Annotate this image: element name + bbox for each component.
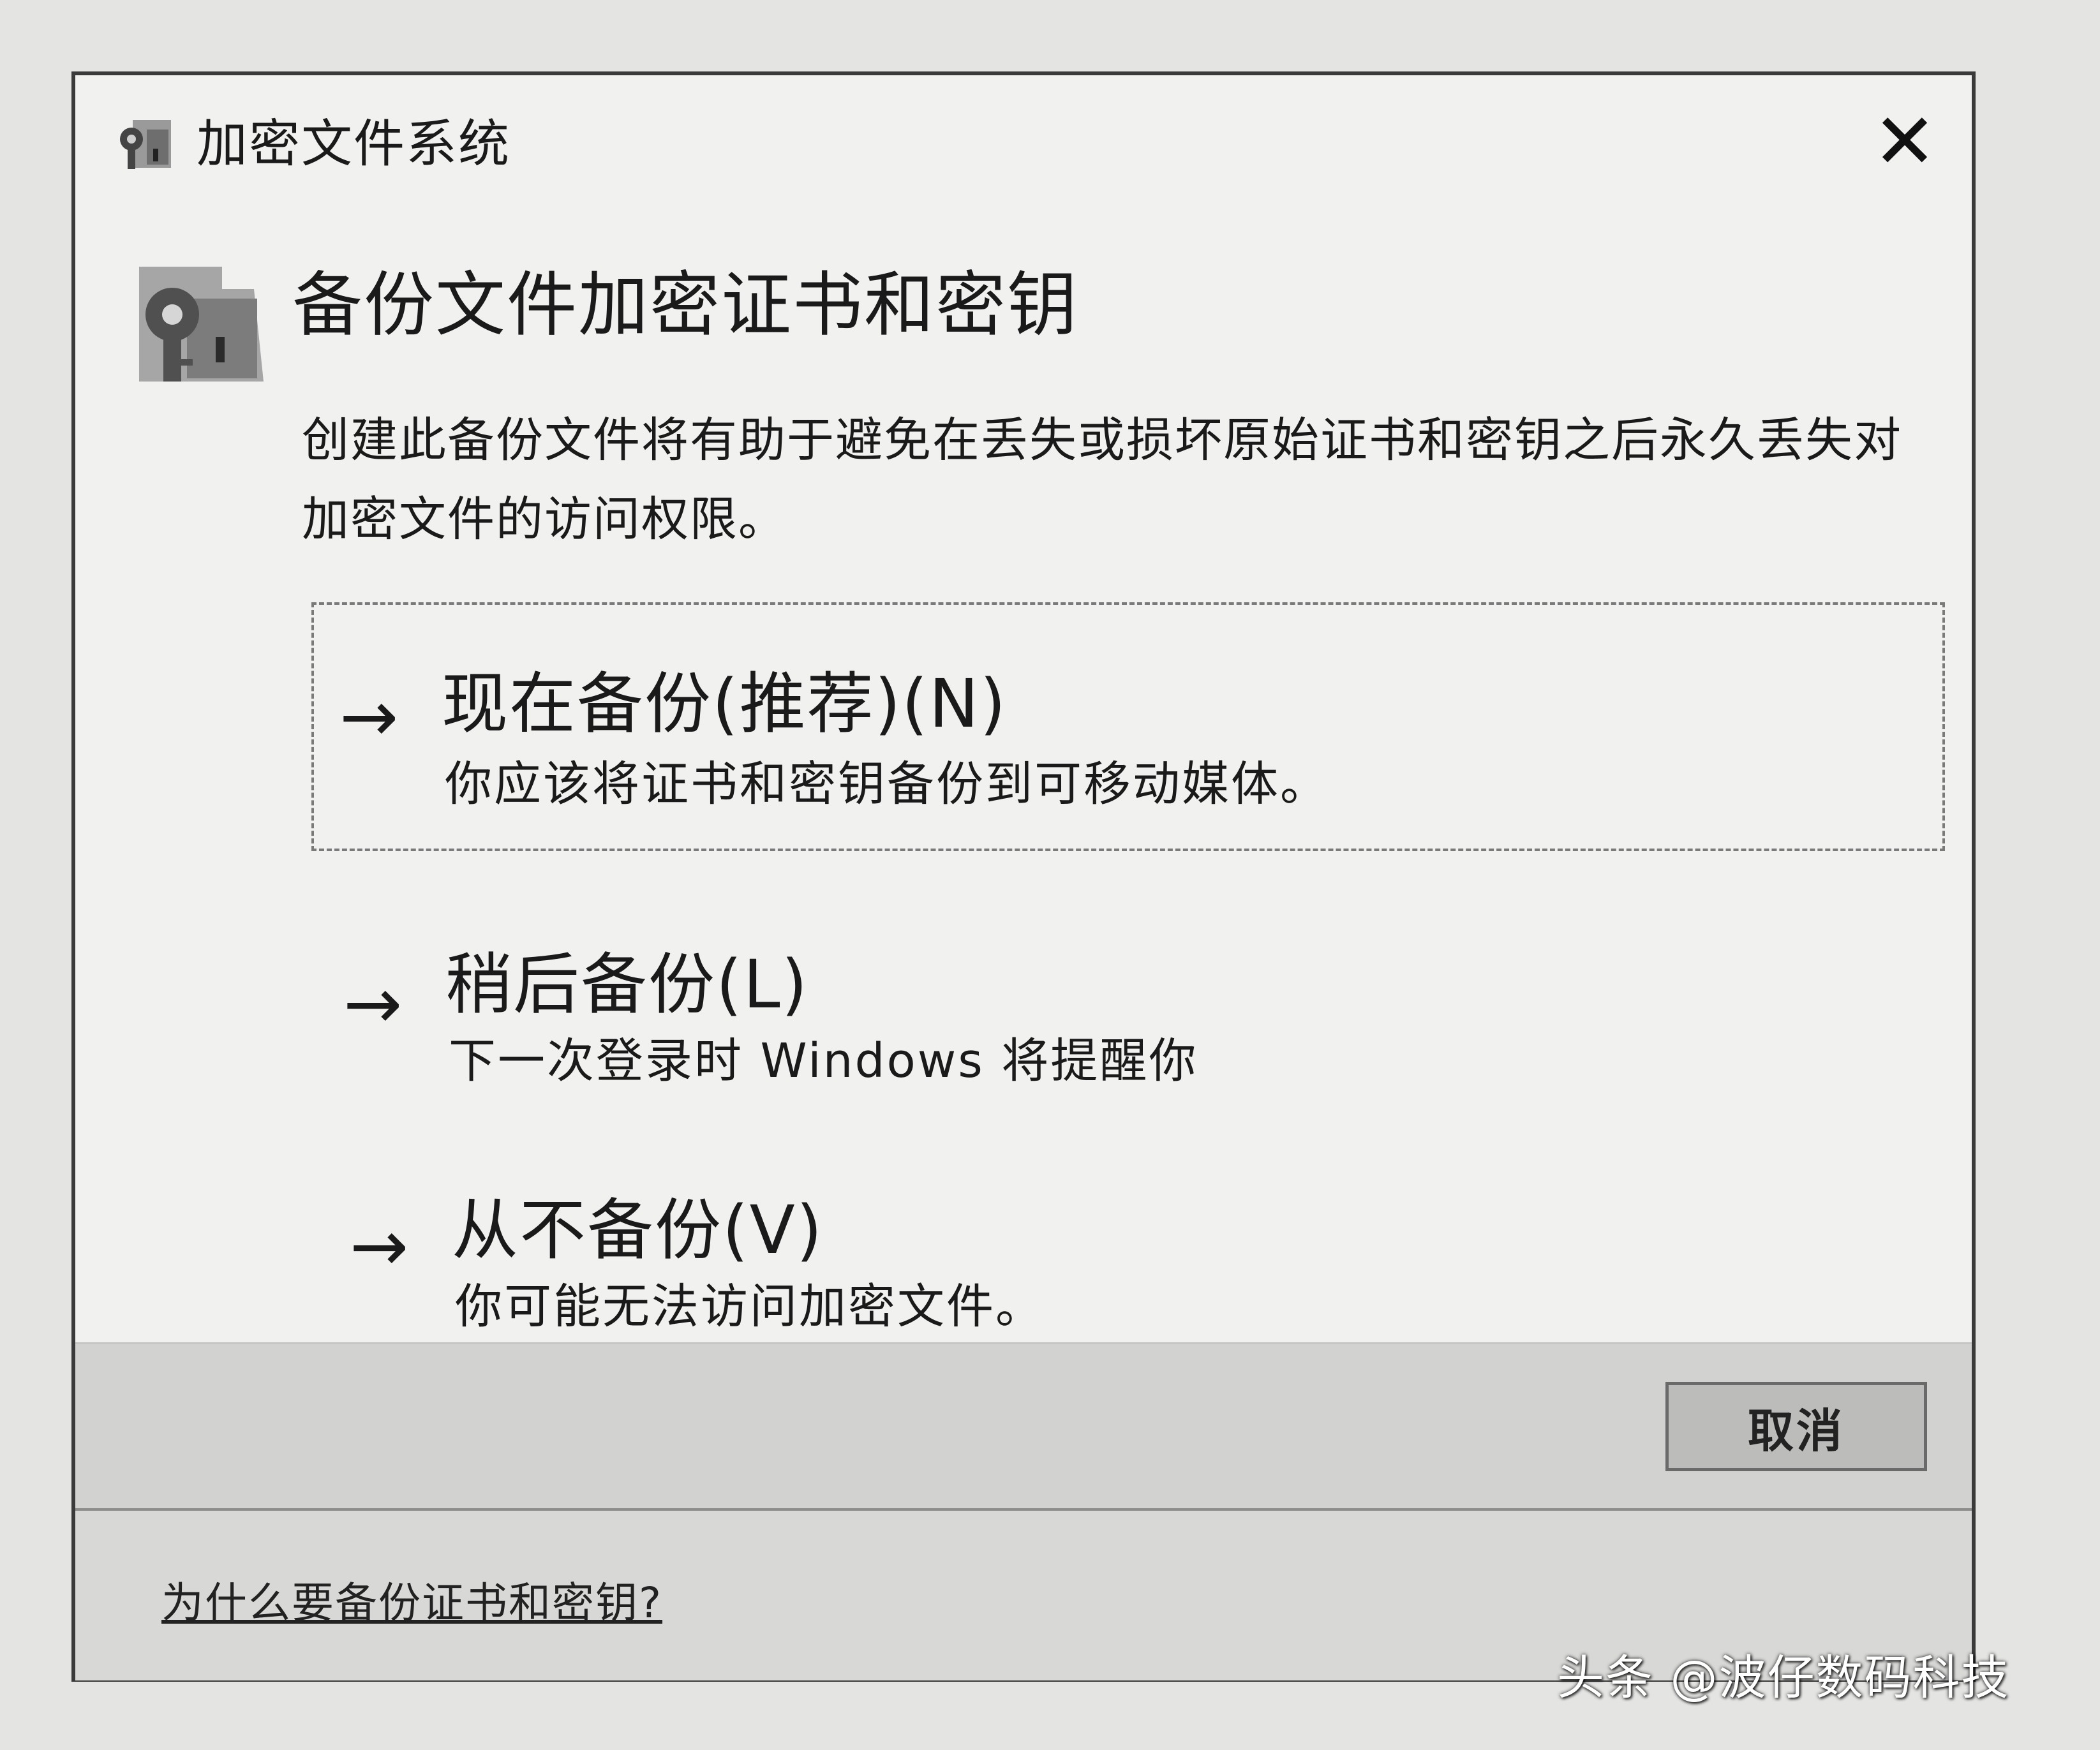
- title-bar: 加密文件系统 ✕: [75, 75, 1972, 203]
- arrow-right-icon: →: [339, 676, 399, 757]
- option-title: 现在备份(推荐)(N): [442, 665, 1008, 743]
- efs-backup-dialog: 加密文件系统 ✕ 备份文件加密证书和密钥 创建此备份文件将有助于避免在丢失或损坏…: [71, 71, 1976, 1682]
- dialog-heading: 备份文件加密证书和密钥: [292, 264, 1078, 346]
- certificate-key-icon: [139, 267, 264, 382]
- option-backup-later[interactable]: → 稍后备份(L) 下一次登录时 Windows 将提醒你: [311, 892, 1945, 1096]
- window-title: 加密文件系统: [197, 114, 510, 174]
- dialog-description: 创建此备份文件将有助于避免在丢失或损坏原始证书和密钥之后永久丢失对加密文件的访问…: [302, 413, 1902, 547]
- button-bar: 取消: [75, 1342, 1972, 1509]
- watermark: 头条 @波仔数码科技: [1557, 1650, 2010, 1705]
- efs-key-icon: [120, 120, 171, 169]
- option-title: 从不备份(V): [452, 1191, 824, 1269]
- help-link[interactable]: 为什么要备份证书和密钥?: [161, 1571, 662, 1635]
- option-subtitle: 你应该将证书和密钥备份到可移动媒体。: [445, 757, 1329, 812]
- close-icon: ✕: [1872, 98, 1937, 186]
- option-never-backup[interactable]: → 从不备份(V) 你可能无法访问加密文件。: [311, 1134, 1945, 1338]
- arrow-right-icon: →: [343, 963, 403, 1044]
- option-subtitle: 下一次登录时 Windows 将提醒你: [449, 1034, 1198, 1088]
- option-backup-now[interactable]: → 现在备份(推荐)(N) 你应该将证书和密钥备份到可移动媒体。: [311, 602, 1945, 851]
- option-subtitle: 你可能无法访问加密文件。: [455, 1279, 1045, 1334]
- close-button[interactable]: ✕: [1863, 101, 1946, 184]
- cancel-button[interactable]: 取消: [1665, 1382, 1927, 1471]
- arrow-right-icon: →: [350, 1205, 409, 1287]
- option-title: 稍后备份(L): [445, 945, 809, 1023]
